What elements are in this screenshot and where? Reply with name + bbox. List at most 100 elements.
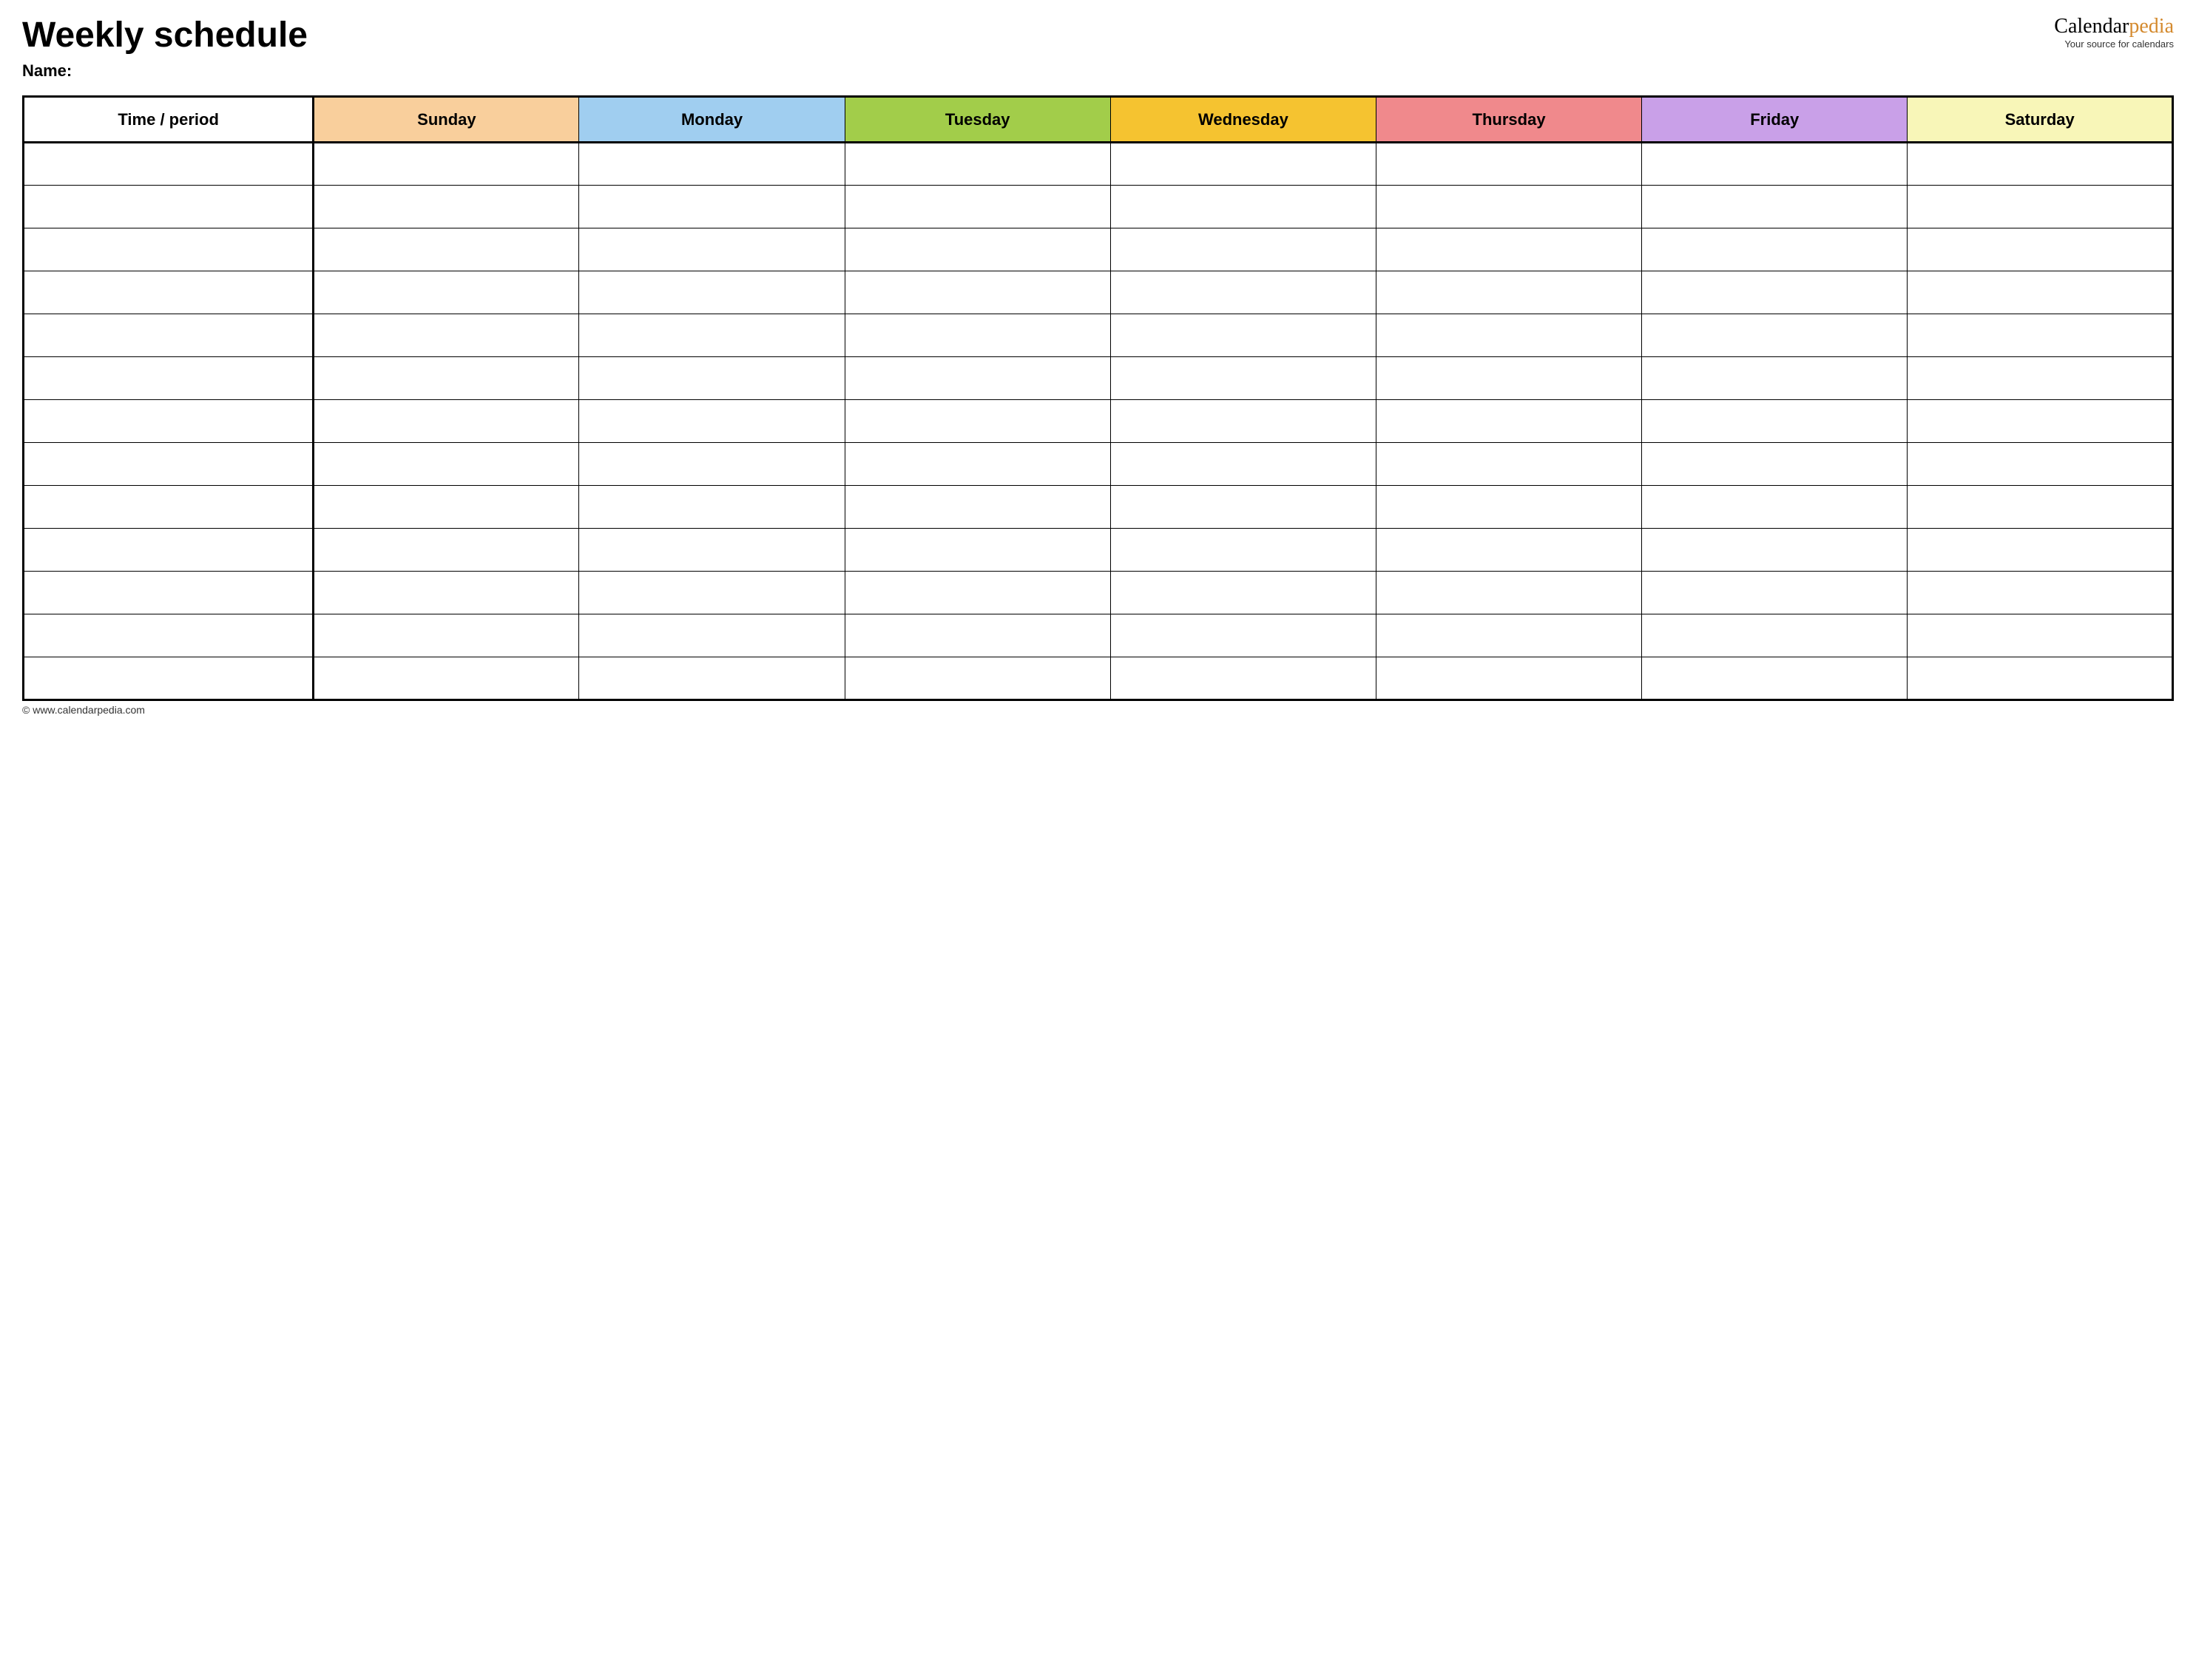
schedule-cell <box>845 486 1110 529</box>
time-cell <box>24 228 314 271</box>
schedule-cell <box>314 657 579 700</box>
schedule-cell <box>1376 657 1641 700</box>
schedule-cell <box>314 572 579 614</box>
schedule-cell <box>1642 357 1908 400</box>
schedule-cell <box>1110 486 1376 529</box>
schedule-cell <box>1908 186 2173 228</box>
schedule-cell <box>1908 228 2173 271</box>
logo-part1: Calendar <box>2054 15 2129 38</box>
schedule-cell <box>845 614 1110 657</box>
table-row <box>24 143 2173 186</box>
schedule-cell <box>1642 228 1908 271</box>
table-row <box>24 186 2173 228</box>
schedule-cell <box>314 357 579 400</box>
schedule-cell <box>1110 572 1376 614</box>
schedule-cell <box>1376 443 1641 486</box>
schedule-cell <box>845 143 1110 186</box>
schedule-cell <box>1642 143 1908 186</box>
schedule-cell <box>845 400 1110 443</box>
time-cell <box>24 572 314 614</box>
schedule-cell <box>1110 400 1376 443</box>
day-header-wednesday: Wednesday <box>1110 97 1376 143</box>
schedule-cell <box>1376 357 1641 400</box>
day-header-saturday: Saturday <box>1908 97 2173 143</box>
schedule-cell <box>314 228 579 271</box>
schedule-cell <box>1110 443 1376 486</box>
schedule-table: Time / period Sunday Monday Tuesday Wedn… <box>22 95 2174 701</box>
table-row <box>24 614 2173 657</box>
table-row <box>24 228 2173 271</box>
schedule-cell <box>1376 614 1641 657</box>
schedule-cell <box>314 186 579 228</box>
schedule-cell <box>1376 400 1641 443</box>
schedule-cell <box>1110 271 1376 314</box>
schedule-cell <box>1908 572 2173 614</box>
schedule-cell <box>1642 529 1908 572</box>
day-header-sunday: Sunday <box>314 97 579 143</box>
schedule-cell <box>1110 614 1376 657</box>
time-cell <box>24 357 314 400</box>
table-row <box>24 572 2173 614</box>
schedule-cell <box>1376 572 1641 614</box>
logo-tagline: Your source for calendars <box>2054 38 2174 50</box>
header-row: Time / period Sunday Monday Tuesday Wedn… <box>24 97 2173 143</box>
schedule-cell <box>845 529 1110 572</box>
schedule-cell <box>1642 657 1908 700</box>
schedule-cell <box>1642 614 1908 657</box>
day-header-monday: Monday <box>579 97 845 143</box>
schedule-cell <box>1642 271 1908 314</box>
table-row <box>24 314 2173 357</box>
time-cell <box>24 614 314 657</box>
schedule-cell <box>1110 228 1376 271</box>
schedule-cell <box>1908 486 2173 529</box>
schedule-cell <box>314 486 579 529</box>
schedule-cell <box>579 400 845 443</box>
table-row <box>24 400 2173 443</box>
schedule-cell <box>1908 657 2173 700</box>
schedule-cell <box>314 529 579 572</box>
time-cell <box>24 486 314 529</box>
schedule-cell <box>1376 228 1641 271</box>
schedule-cell <box>579 443 845 486</box>
table-row <box>24 271 2173 314</box>
schedule-cell <box>1908 614 2173 657</box>
header: Weekly schedule Calendarpedia Your sourc… <box>22 15 2174 55</box>
schedule-cell <box>1642 443 1908 486</box>
schedule-cell <box>845 186 1110 228</box>
schedule-cell <box>845 271 1110 314</box>
schedule-cell <box>579 228 845 271</box>
schedule-cell <box>845 357 1110 400</box>
schedule-cell <box>1376 529 1641 572</box>
schedule-cell <box>314 614 579 657</box>
time-cell <box>24 400 314 443</box>
day-header-tuesday: Tuesday <box>845 97 1110 143</box>
schedule-cell <box>1376 143 1641 186</box>
schedule-cell <box>1110 529 1376 572</box>
schedule-cell <box>1642 186 1908 228</box>
schedule-cell <box>314 443 579 486</box>
schedule-cell <box>845 572 1110 614</box>
time-cell <box>24 186 314 228</box>
schedule-cell <box>1642 486 1908 529</box>
schedule-cell <box>579 271 845 314</box>
time-cell <box>24 443 314 486</box>
schedule-cell <box>1376 486 1641 529</box>
day-header-friday: Friday <box>1642 97 1908 143</box>
schedule-cell <box>314 314 579 357</box>
schedule-cell <box>1110 186 1376 228</box>
schedule-cell <box>1110 143 1376 186</box>
schedule-cell <box>579 143 845 186</box>
schedule-cell <box>1642 314 1908 357</box>
table-row <box>24 657 2173 700</box>
schedule-cell <box>1110 657 1376 700</box>
schedule-cell <box>579 186 845 228</box>
table-row <box>24 357 2173 400</box>
schedule-body <box>24 143 2173 700</box>
schedule-cell <box>1908 400 2173 443</box>
schedule-cell <box>845 657 1110 700</box>
schedule-cell <box>1908 143 2173 186</box>
schedule-cell <box>314 400 579 443</box>
logo: Calendarpedia Your source for calendars <box>2054 15 2174 50</box>
schedule-cell <box>1376 314 1641 357</box>
schedule-cell <box>579 357 845 400</box>
